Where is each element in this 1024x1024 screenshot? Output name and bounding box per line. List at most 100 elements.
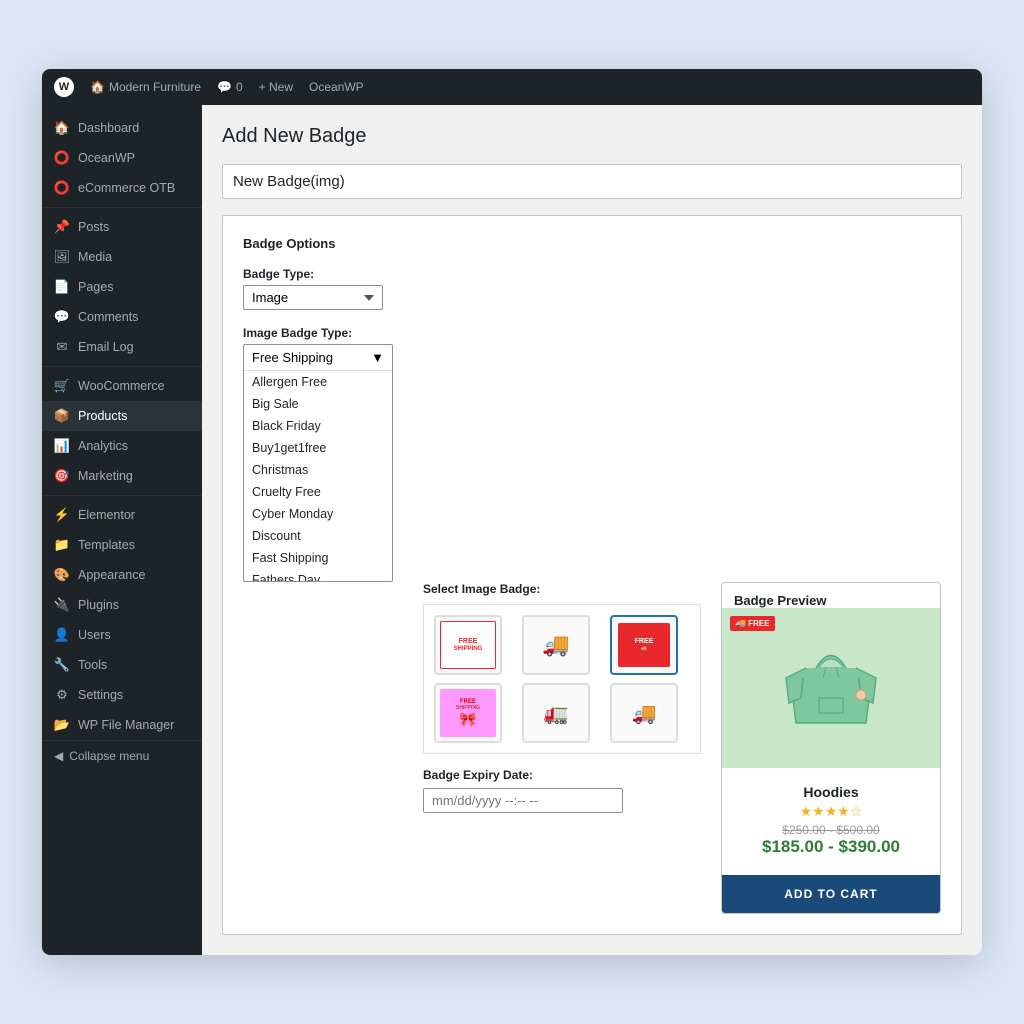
image-badge-type-group: Image Badge Type: Free Shipping ▼ Allerg…: [243, 326, 941, 582]
dropdown-option[interactable]: Big Sale: [244, 393, 392, 415]
topbar-new[interactable]: + New: [259, 80, 293, 94]
badge-expiry-input[interactable]: [423, 788, 623, 813]
sidebar-item-analytics[interactable]: 📊 Analytics: [42, 431, 202, 461]
sidebar-item-woocommerce[interactable]: 🛒 WooCommerce: [42, 371, 202, 401]
image-badge-type-dropdown[interactable]: Free Shipping ▼ Allergen Free Big Sale B…: [243, 344, 941, 582]
sidebar-item-media[interactable]: 🖼 Media: [42, 242, 202, 272]
media-icon: 🖼: [54, 249, 70, 265]
badge-type-select[interactable]: Image Text Custom: [243, 285, 383, 310]
sidebar-item-elementor[interactable]: ⚡ Elementor: [42, 500, 202, 530]
browser-window: W 🏠 Modern Furniture 💬 0 + New OceanWP 🏠…: [42, 69, 982, 955]
badge-image-cell[interactable]: 🚚: [610, 683, 678, 743]
preview-title: Badge Preview: [722, 583, 940, 608]
image-badge-section: Select Image Badge: FREE SHIPPING 🚚: [423, 582, 701, 813]
file-manager-icon: 📂: [54, 717, 70, 733]
badge-expiry-section: Badge Expiry Date:: [423, 768, 701, 813]
marketing-icon: 🎯: [54, 468, 70, 484]
plugins-icon: 🔌: [54, 597, 70, 613]
sidebar-item-oceanwp[interactable]: ⭕ OceanWP: [42, 143, 202, 173]
users-icon: 👤: [54, 627, 70, 643]
badge-name-input[interactable]: [222, 164, 962, 199]
sidebar-item-products[interactable]: 📦 Products: [42, 401, 202, 431]
sidebar-item-email-log[interactable]: ✉ Email Log: [42, 332, 202, 362]
sidebar-item-appearance[interactable]: 🎨 Appearance: [42, 560, 202, 590]
dropdown-select-box[interactable]: Free Shipping ▼ Allergen Free Big Sale B…: [243, 344, 393, 582]
preview-product-image: 🚚 FREE: [722, 608, 940, 768]
sidebar-item-wp-file-manager[interactable]: 📂 WP File Manager: [42, 710, 202, 740]
sidebar-item-settings[interactable]: ⚙ Settings: [42, 680, 202, 710]
badge-image-cell[interactable]: FREE SHIPPING 🎀: [434, 683, 502, 743]
sidebar-item-users[interactable]: 👤 Users: [42, 620, 202, 650]
dropdown-option[interactable]: Allergen Free: [244, 371, 392, 393]
add-to-cart-button[interactable]: ADD TO CART: [722, 875, 940, 913]
content-area: Add New Badge Badge Options Badge Type: …: [202, 105, 982, 955]
collapse-icon: ◀: [54, 749, 63, 763]
badge-image-cell[interactable]: 🚚: [522, 615, 590, 675]
badge-images-grid: FREE SHIPPING 🚚 FREE 🚚: [423, 604, 701, 754]
preview-original-price: $250.00 - $500.00: [734, 823, 928, 837]
topbar-site-home[interactable]: 🏠 Modern Furniture: [90, 80, 201, 94]
elementor-icon: ⚡: [54, 507, 70, 523]
dropdown-option[interactable]: Christmas: [244, 459, 392, 481]
settings-icon: ⚙: [54, 687, 70, 703]
sidebar-item-pages[interactable]: 📄 Pages: [42, 272, 202, 302]
preview-badge-tag: 🚚 FREE: [730, 616, 775, 631]
sidebar-item-ecommerce-otb[interactable]: ⭕ eCommerce OTB: [42, 173, 202, 203]
dashboard-icon: 🏠: [54, 120, 70, 136]
oceanwp-icon: ⭕: [54, 150, 70, 166]
page-title: Add New Badge: [222, 125, 962, 148]
preview-stars: ★★★★☆: [734, 803, 928, 820]
badge-image-cell[interactable]: 🚛: [522, 683, 590, 743]
main-layout: 🏠 Dashboard ⭕ OceanWP ⭕ eCommerce OTB 📌 …: [42, 105, 982, 955]
sidebar-item-plugins[interactable]: 🔌 Plugins: [42, 590, 202, 620]
dropdown-option-fast-shipping[interactable]: Fast Shipping: [244, 547, 392, 569]
pages-icon: 📄: [54, 279, 70, 295]
topbar-theme[interactable]: OceanWP: [309, 80, 364, 94]
comments-sidebar-icon: 💬: [54, 309, 70, 325]
preview-product: 🚚 FREE: [722, 608, 940, 913]
badge-image-cell-selected[interactable]: FREE 🚚: [610, 615, 678, 675]
badge-type-group: Badge Type: Image Text Custom: [243, 267, 383, 310]
sidebar-item-marketing[interactable]: 🎯 Marketing: [42, 461, 202, 491]
preview-product-name: Hoodies: [734, 784, 928, 800]
image-badge-type-label: Image Badge Type:: [243, 326, 941, 340]
appearance-icon: 🎨: [54, 567, 70, 583]
tools-icon: 🔧: [54, 657, 70, 673]
sidebar-item-comments[interactable]: 💬 Comments: [42, 302, 202, 332]
ecommerce-icon: ⭕: [54, 180, 70, 196]
home-icon: 🏠: [90, 80, 105, 94]
dropdown-option[interactable]: Black Friday: [244, 415, 392, 437]
products-icon: 📦: [54, 408, 70, 424]
wp-logo-icon[interactable]: W: [54, 77, 74, 97]
dropdown-chevron-icon: ▼: [371, 350, 384, 365]
topbar-comments[interactable]: 💬 0: [217, 80, 243, 94]
posts-icon: 📌: [54, 219, 70, 235]
sidebar-item-dashboard[interactable]: 🏠 Dashboard: [42, 113, 202, 143]
dropdown-option[interactable]: Cyber Monday: [244, 503, 392, 525]
badge-image-cell[interactable]: FREE SHIPPING: [434, 615, 502, 675]
dropdown-header[interactable]: Free Shipping ▼: [244, 345, 392, 371]
analytics-icon: 📊: [54, 438, 70, 454]
badge-options-card: Badge Options Badge Type: Image Text Cus…: [222, 215, 962, 935]
badge-type-label: Badge Type:: [243, 267, 383, 281]
badge-expiry-label: Badge Expiry Date:: [423, 768, 701, 782]
templates-icon: 📁: [54, 537, 70, 553]
sidebar-item-posts[interactable]: 📌 Posts: [42, 212, 202, 242]
badge-options-title: Badge Options: [243, 236, 941, 251]
dropdown-option[interactable]: Discount: [244, 525, 392, 547]
select-image-badge-label: Select Image Badge:: [423, 582, 701, 596]
email-icon: ✉: [54, 339, 70, 355]
hoodie-illustration: [781, 623, 881, 753]
dropdown-option[interactable]: Buy1get1free: [244, 437, 392, 459]
collapse-menu[interactable]: ◀ Collapse menu: [42, 740, 202, 771]
badge-preview-card: Badge Preview 🚚 FREE: [721, 582, 941, 914]
dropdown-option[interactable]: Cruelty Free: [244, 481, 392, 503]
sidebar-item-templates[interactable]: 📁 Templates: [42, 530, 202, 560]
topbar: W 🏠 Modern Furniture 💬 0 + New OceanWP: [42, 69, 982, 105]
comments-icon: 💬: [217, 80, 232, 94]
woocommerce-icon: 🛒: [54, 378, 70, 394]
sidebar-item-tools[interactable]: 🔧 Tools: [42, 650, 202, 680]
dropdown-option[interactable]: Fathers Day: [244, 569, 392, 581]
dropdown-open-list: Allergen Free Big Sale Black Friday Buy1…: [244, 371, 392, 581]
preview-sale-price: $185.00 - $390.00: [734, 837, 928, 857]
